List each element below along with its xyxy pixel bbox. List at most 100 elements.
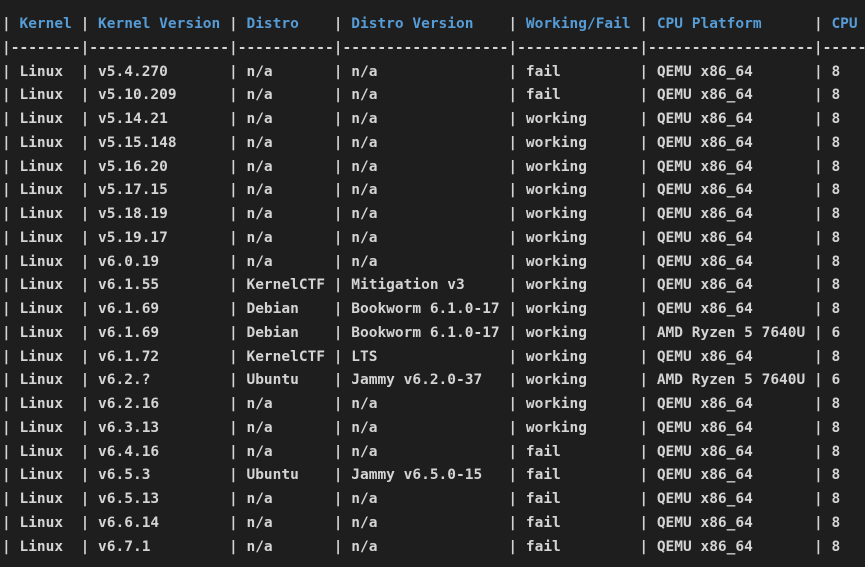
column-separator: |: [639, 539, 656, 555]
table-cell: n/a: [351, 182, 508, 198]
table-cell: Ubuntu: [246, 372, 333, 388]
column-separator: |: [508, 16, 525, 32]
table-row: | Linux | v6.7.1 | n/a | n/a | fail | QE…: [2, 536, 865, 560]
table-cell: QEMU x86_64: [657, 396, 814, 412]
separator-dashes: |-------------------: [639, 40, 814, 56]
table-cell: v5.10.209: [98, 87, 229, 103]
table-cell: Linux: [19, 182, 80, 198]
column-separator: |: [81, 111, 98, 127]
table-cell: n/a: [246, 420, 333, 436]
table-cell: n/a: [246, 230, 333, 246]
table-cell: 6: [831, 325, 865, 341]
table-cell: n/a: [246, 515, 333, 531]
column-separator: |: [814, 111, 831, 127]
column-separator: |: [334, 539, 351, 555]
column-separator: |: [2, 325, 19, 341]
table-cell: n/a: [351, 111, 508, 127]
table-cell: v6.3.13: [98, 420, 229, 436]
column-separator: |: [508, 491, 525, 507]
column-separator: |: [639, 515, 656, 531]
table-cell: Jammy v6.2.0-37: [351, 372, 508, 388]
table-cell: n/a: [351, 396, 508, 412]
column-header-distro-version: Distro Version: [351, 16, 508, 32]
table-cell: v5.15.148: [98, 135, 229, 151]
column-separator: |: [81, 396, 98, 412]
column-separator: |: [229, 16, 246, 32]
column-separator: |: [639, 467, 656, 483]
column-separator: |: [229, 182, 246, 198]
column-separator: |: [81, 467, 98, 483]
column-separator: |: [229, 230, 246, 246]
column-separator: |: [2, 491, 19, 507]
column-separator: |: [81, 182, 98, 198]
table-row: | Linux | v6.2.? | Ubuntu | Jammy v6.2.0…: [2, 369, 865, 393]
column-separator: |: [2, 396, 19, 412]
table-cell: n/a: [351, 254, 508, 270]
table-cell: Linux: [19, 206, 80, 222]
table-cell: 8: [831, 467, 865, 483]
column-separator: |: [639, 64, 656, 80]
column-separator: |: [334, 111, 351, 127]
table-cell: KernelCTF: [246, 277, 333, 293]
table-cell: Linux: [19, 539, 80, 555]
column-separator: |: [229, 277, 246, 293]
column-separator: |: [81, 372, 98, 388]
column-separator: |: [334, 16, 351, 32]
table-cell: Bookworm 6.1.0-17: [351, 301, 508, 317]
table-cell: v5.4.270: [98, 64, 229, 80]
column-separator: |: [814, 372, 831, 388]
table-cell: Linux: [19, 325, 80, 341]
column-separator: |: [639, 444, 656, 460]
column-header-working-fail: Working/Fail: [526, 16, 640, 32]
column-separator: |: [2, 87, 19, 103]
column-separator: |: [229, 111, 246, 127]
separator-dashes: |-------------------: [334, 40, 509, 56]
table-cell: 8: [831, 349, 865, 365]
table-cell: 8: [831, 515, 865, 531]
table-cell: v6.7.1: [98, 539, 229, 555]
column-separator: |: [334, 230, 351, 246]
table-cell: working: [526, 420, 640, 436]
column-separator: |: [2, 135, 19, 151]
table-cell: fail: [526, 64, 640, 80]
table-cell: n/a: [351, 515, 508, 531]
table-cell: 8: [831, 254, 865, 270]
column-separator: |: [508, 206, 525, 222]
table-row: | Linux | v5.15.148 | n/a | n/a | workin…: [2, 132, 865, 156]
table-cell: n/a: [351, 444, 508, 460]
table-cell: 8: [831, 539, 865, 555]
table-cell: v6.0.19: [98, 254, 229, 270]
separator-dashes: |--------: [2, 40, 81, 56]
column-separator: |: [639, 16, 656, 32]
column-separator: |: [229, 254, 246, 270]
table-row: | Linux | v5.17.15 | n/a | n/a | working…: [2, 179, 865, 203]
column-separator: |: [229, 87, 246, 103]
table-cell: n/a: [246, 206, 333, 222]
column-separator: |: [334, 515, 351, 531]
table-cell: n/a: [246, 491, 333, 507]
table-cell: fail: [526, 539, 640, 555]
column-separator: |: [229, 444, 246, 460]
table-row: | Linux | v6.5.3 | Ubuntu | Jammy v6.5.0…: [2, 464, 865, 488]
column-header-cpu: CPU: [831, 16, 865, 32]
table-cell: Ubuntu: [246, 467, 333, 483]
table-cell: Linux: [19, 64, 80, 80]
table-cell: fail: [526, 467, 640, 483]
table-cell: n/a: [351, 230, 508, 246]
column-separator: |: [814, 444, 831, 460]
column-separator: |: [639, 206, 656, 222]
column-separator: |: [508, 230, 525, 246]
column-separator: |: [508, 182, 525, 198]
column-separator: |: [2, 349, 19, 365]
column-separator: |: [2, 372, 19, 388]
column-separator: |: [2, 64, 19, 80]
table-cell: 8: [831, 206, 865, 222]
column-separator: |: [508, 254, 525, 270]
table-cell: QEMU x86_64: [657, 64, 814, 80]
table-cell: fail: [526, 515, 640, 531]
table-cell: n/a: [246, 87, 333, 103]
table-row: | Linux | v6.1.55 | KernelCTF | Mitigati…: [2, 274, 865, 298]
column-separator: |: [81, 159, 98, 175]
table-cell: working: [526, 349, 640, 365]
column-separator: |: [2, 159, 19, 175]
